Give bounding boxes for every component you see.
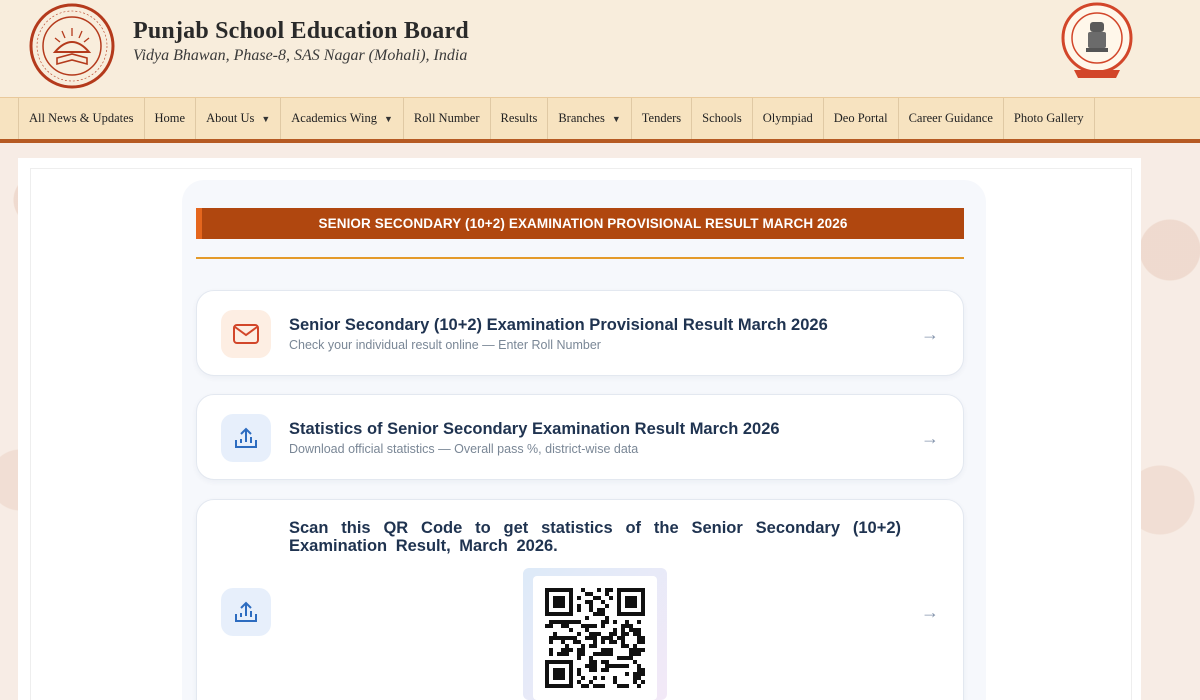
qr-statistics-card[interactable]: Scan this QR Code to get statistics of t… <box>196 499 964 700</box>
nav-item-about-us[interactable]: About Us ▼ <box>196 98 282 139</box>
nav-item-label: Deo Portal <box>833 111 888 125</box>
nav-item-label: Academics Wing <box>291 111 377 125</box>
upload-chart-icon <box>221 588 271 636</box>
nav-item-label: All News & Updates <box>29 111 134 125</box>
nav-item-career-guidance[interactable]: Career Guidance <box>899 98 1004 139</box>
nav-item-tenders[interactable]: Tenders <box>632 98 693 139</box>
upload-chart-icon <box>221 414 271 462</box>
chevron-down-icon: ▼ <box>383 113 393 124</box>
nav-item-label: Olympiad <box>762 111 813 125</box>
punjab-govt-seal-icon <box>1061 2 1133 78</box>
banner-divider <box>196 257 964 259</box>
qr-instruction-text: Scan this QR Code to get statistics of t… <box>289 519 901 555</box>
nav-item-label: Career Guidance <box>908 111 993 125</box>
site-header: Punjab School Education Board Vidya Bhaw… <box>0 0 1200 97</box>
nav-item-label: Branches <box>558 111 605 125</box>
site-title: Punjab School Education Board <box>133 18 469 44</box>
card-title: Statistics of Senior Secondary Examinati… <box>289 420 780 438</box>
nav-item-schools[interactable]: Schools <box>692 98 753 139</box>
statistics-link-card[interactable]: Statistics of Senior Secondary Examinati… <box>196 394 964 480</box>
card-subtitle: Check your individual result online — En… <box>289 338 601 352</box>
nav-item-roll-number[interactable]: Roll Number <box>404 98 491 139</box>
nav-item-deo-portal[interactable]: Deo Portal <box>824 98 899 139</box>
result-banner: SENIOR SECONDARY (10+2) EXAMINATION PROV… <box>196 208 964 239</box>
nav-item-label: Results <box>500 111 538 125</box>
site-address: Vidya Bhawan, Phase-8, SAS Nagar (Mohali… <box>133 47 468 64</box>
mail-icon <box>221 310 271 358</box>
nav-item-academics-wing[interactable]: Academics Wing ▼ <box>281 98 404 139</box>
arrow-right-icon[interactable]: → <box>921 602 939 623</box>
arrow-right-icon[interactable]: → <box>921 428 939 449</box>
nav-item-results[interactable]: Results <box>491 98 549 139</box>
arrow-right-icon[interactable]: → <box>921 324 939 345</box>
nav-item-label: About Us <box>206 111 255 125</box>
nav-item-photo-gallery[interactable]: Photo Gallery <box>1004 98 1095 139</box>
nav-item-branches[interactable]: Branches ▼ <box>548 98 632 139</box>
nav-item-label: Tenders <box>641 111 682 125</box>
nav-item-home[interactable]: Home <box>145 98 197 139</box>
qr-code-icon[interactable] <box>533 576 657 700</box>
nav-item-label: Schools <box>702 111 742 125</box>
main-navigation: All News & Updates Home About Us ▼ Academics… <box>0 97 1200 143</box>
nav-item-olympiad[interactable]: Olympiad <box>753 98 824 139</box>
result-link-card[interactable]: Senior Secondary (10+2) Examination Prov… <box>196 290 964 376</box>
card-subtitle: Download official statistics — Overall p… <box>289 442 639 456</box>
nav-item-all-news-and-updates[interactable]: All News & Updates <box>19 98 145 139</box>
nav-menu: All News & Updates Home About Us ▼ Academics… <box>18 98 1095 139</box>
nav-item-label: Roll Number <box>413 111 480 125</box>
nav-item-label: Photo Gallery <box>1013 111 1084 125</box>
pseb-emblem-icon[interactable] <box>25 2 119 90</box>
chevron-down-icon: ▼ <box>261 113 271 124</box>
nav-item-label: Home <box>154 111 186 125</box>
qr-code-frame <box>523 568 667 700</box>
card-title: Senior Secondary (10+2) Examination Prov… <box>289 316 828 334</box>
chevron-down-icon: ▼ <box>611 113 621 124</box>
